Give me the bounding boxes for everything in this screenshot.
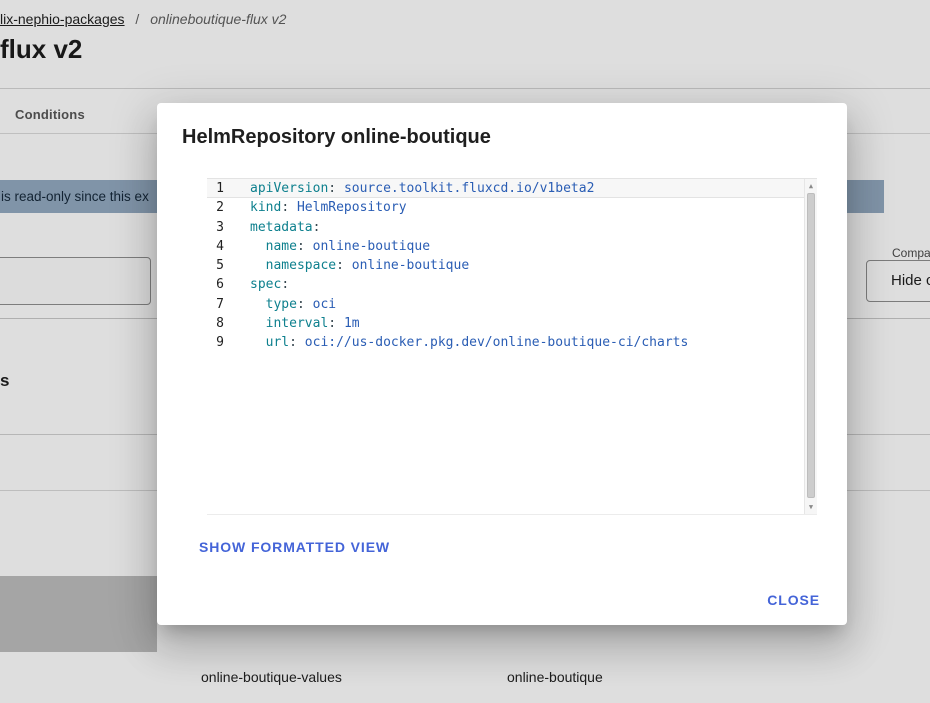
- code-text: kind: HelmRepository: [250, 198, 407, 217]
- code-line: 9 url: oci://us-docker.pkg.dev/online-bo…: [207, 333, 804, 352]
- dialog: HelmRepository online-boutique 1 apiVersi…: [157, 103, 847, 625]
- line-number: 6: [207, 275, 224, 294]
- line-number: 5: [207, 256, 224, 275]
- code-line: 5 namespace: online-boutique: [207, 256, 804, 275]
- code-text: interval: 1m: [250, 314, 360, 333]
- line-number: 2: [207, 198, 224, 217]
- scrollbar[interactable]: ▲ ▼: [804, 179, 817, 514]
- code-line: 8 interval: 1m: [207, 314, 804, 333]
- code-lines: 1 apiVersion: source.toolkit.fluxcd.io/v1…: [207, 179, 804, 353]
- code-text: name: online-boutique: [250, 237, 430, 256]
- line-number: 9: [207, 333, 224, 352]
- line-number: 8: [207, 314, 224, 333]
- dialog-title: HelmRepository online-boutique: [182, 126, 491, 149]
- code-line: 7 type: oci: [207, 295, 804, 314]
- code-line: 1 apiVersion: source.toolkit.fluxcd.io/v1…: [207, 179, 804, 198]
- show-formatted-view-button[interactable]: SHOW FORMATTED VIEW: [191, 531, 398, 563]
- line-number: 4: [207, 237, 224, 256]
- line-number: 1: [207, 179, 224, 198]
- close-button[interactable]: CLOSE: [759, 584, 828, 616]
- yaml-editor[interactable]: 1 apiVersion: source.toolkit.fluxcd.io/v1…: [207, 178, 817, 515]
- code-text: apiVersion: source.toolkit.fluxcd.io/v1b…: [250, 179, 594, 198]
- code-text: url: oci://us-docker.pkg.dev/online-bout…: [250, 333, 688, 352]
- code-text: namespace: online-boutique: [250, 256, 469, 275]
- code-line: 3 metadata:: [207, 218, 804, 237]
- line-number: 3: [207, 218, 224, 237]
- code-text: spec:: [250, 275, 289, 294]
- scroll-up-arrow-icon[interactable]: ▲: [805, 179, 817, 193]
- scroll-down-arrow-icon[interactable]: ▼: [805, 500, 817, 514]
- scrollbar-thumb[interactable]: [807, 193, 815, 498]
- code-text: metadata:: [250, 218, 320, 237]
- line-number: 7: [207, 295, 224, 314]
- code-line: 6 spec:: [207, 275, 804, 294]
- code-line: 2 kind: HelmRepository: [207, 198, 804, 217]
- code-text: type: oci: [250, 295, 336, 314]
- code-line: 4 name: online-boutique: [207, 237, 804, 256]
